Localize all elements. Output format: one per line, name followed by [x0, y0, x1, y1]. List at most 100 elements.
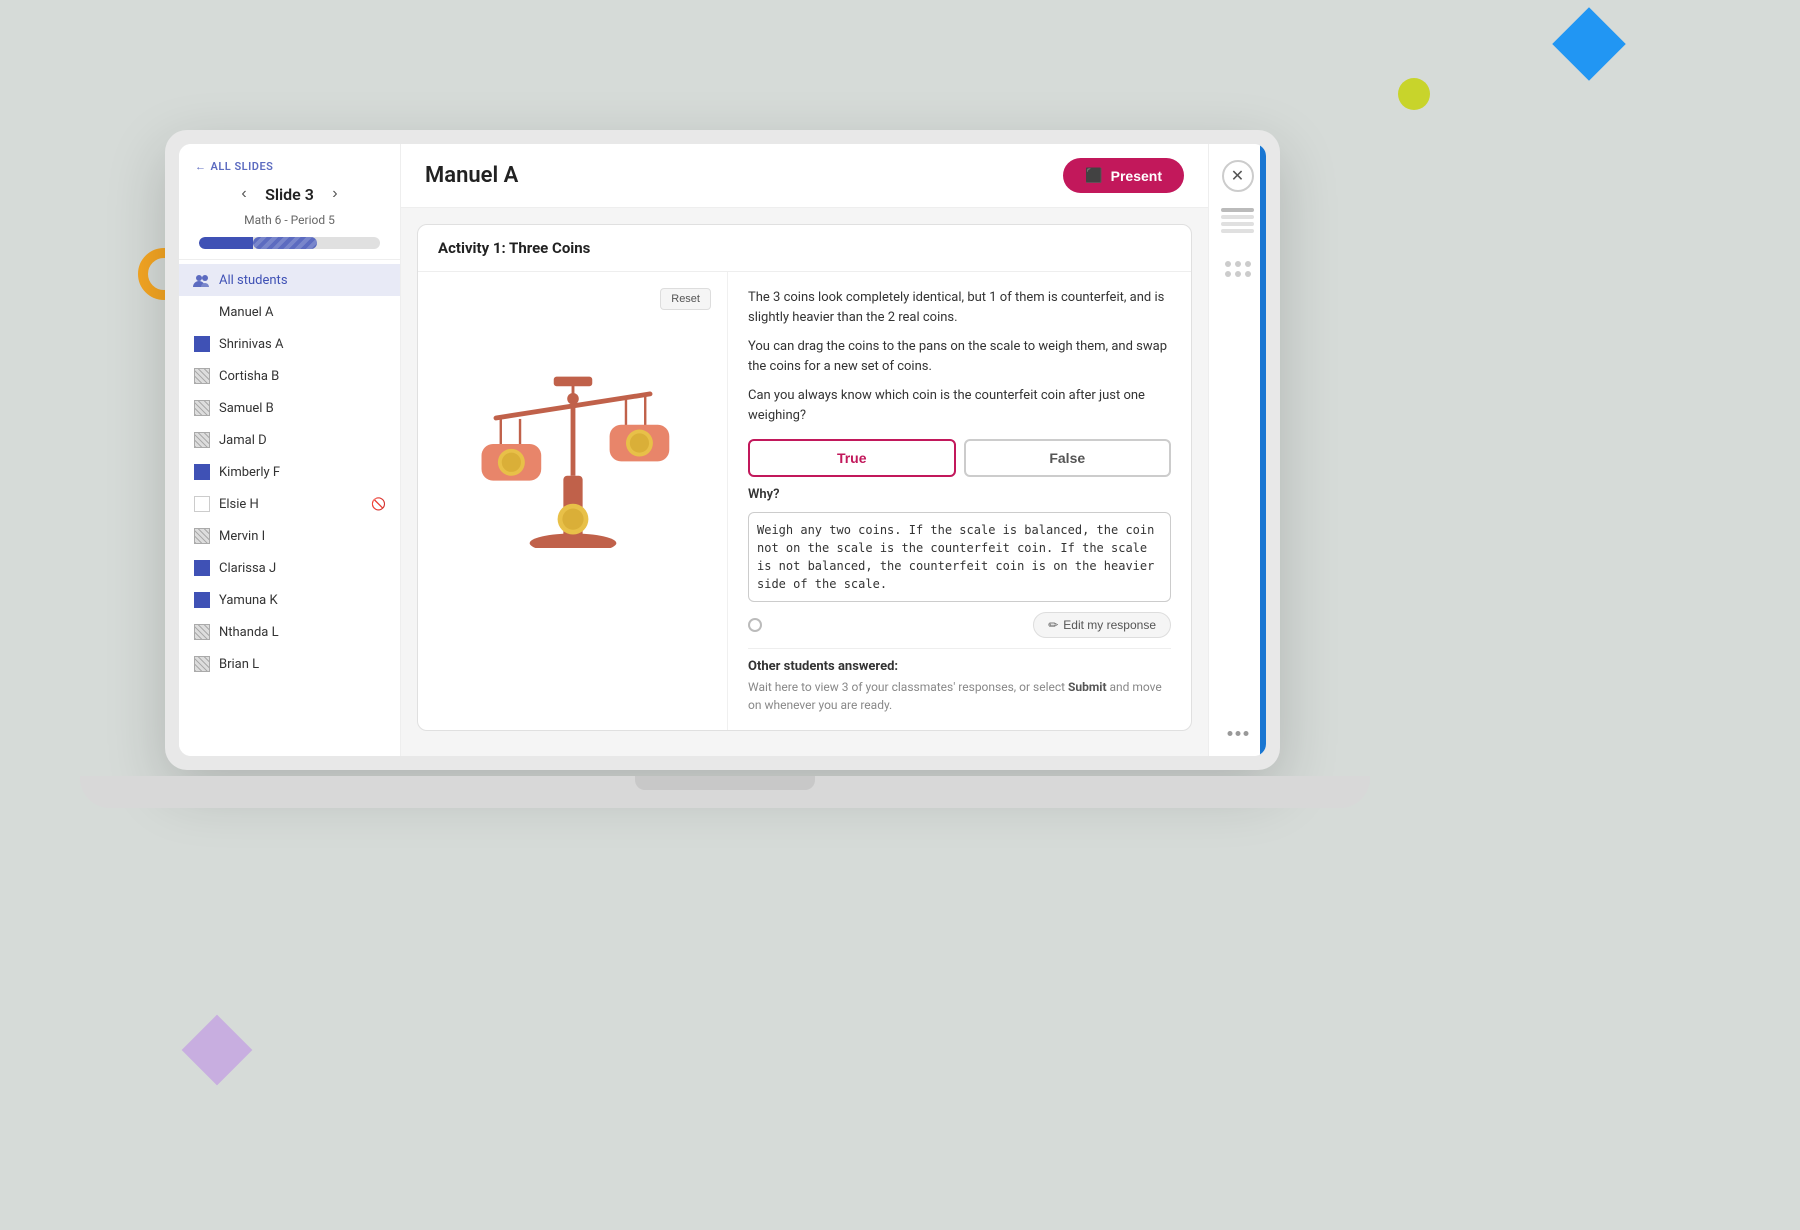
pencil-icon: ✏: [1048, 618, 1058, 632]
panel-line: [1221, 222, 1254, 226]
student-icon-hatched: [193, 655, 211, 673]
student-icon-solid: [193, 559, 211, 577]
student-icon-hatched: [193, 623, 211, 641]
student-icon-hatched: [193, 367, 211, 385]
list-item[interactable]: Cortisha B: [179, 360, 400, 392]
slide-prev-button[interactable]: ‹: [233, 183, 255, 205]
laptop-frame: ← ALL SLIDES ‹ Slide 3 › Math 6 - Period…: [165, 130, 1280, 770]
list-item[interactable]: Brian L: [179, 648, 400, 680]
panel-line: [1221, 215, 1254, 219]
list-item[interactable]: Samuel B: [179, 392, 400, 424]
student-icon-hatched: [193, 399, 211, 417]
present-label: Present: [1111, 168, 1162, 184]
grid-dot: [1245, 261, 1251, 267]
student-icon-hatched: [193, 527, 211, 545]
false-button[interactable]: False: [964, 439, 1172, 477]
list-item[interactable]: Elsie H 🚫: [179, 488, 400, 520]
reset-button[interactable]: Reset: [660, 288, 711, 310]
list-item[interactable]: Jamal D: [179, 424, 400, 456]
activity-area: Activity 1: Three Coins Reset: [401, 208, 1208, 756]
three-dots: [1227, 731, 1248, 736]
problem-text-2: You can drag the coins to the pans on th…: [748, 337, 1171, 376]
scale-svg: [443, 288, 703, 548]
page-title: Manuel A: [425, 163, 518, 188]
student-name: Samuel B: [219, 401, 274, 416]
grid-dot: [1225, 261, 1231, 267]
other-students-text: Wait here to view 3 of your classmates' …: [748, 678, 1171, 714]
main-content: Manuel A ⬛ Present Activity 1: Three Coi…: [401, 144, 1208, 756]
student-name: Elsie H: [219, 497, 259, 512]
panel-line: [1221, 229, 1254, 233]
true-button[interactable]: True: [748, 439, 956, 477]
student-icon-none: [193, 303, 211, 321]
true-false-row: True False: [748, 439, 1171, 477]
all-slides-link[interactable]: ← ALL SLIDES: [195, 160, 384, 173]
present-button[interactable]: ⬛ Present: [1063, 158, 1184, 193]
arrow-left-icon: ←: [195, 160, 207, 173]
group-icon: [193, 271, 211, 289]
sidebar: ← ALL SLIDES ‹ Slide 3 › Math 6 - Period…: [179, 144, 401, 756]
student-icon-solid: [193, 463, 211, 481]
problem-text-3: Can you always know which coin is the co…: [748, 386, 1171, 425]
list-item[interactable]: Clarissa J: [179, 552, 400, 584]
student-name: Jamal D: [219, 433, 267, 448]
student-icon-solid: [193, 335, 211, 353]
list-item[interactable]: Shrinivas A: [179, 328, 400, 360]
student-name: Shrinivas A: [219, 337, 283, 352]
dot: [1227, 731, 1232, 736]
diamond-purple-decoration: [182, 1015, 253, 1086]
blue-accent-bar: [1260, 144, 1266, 756]
mute-icon: 🚫: [371, 497, 386, 511]
student-name: Kimberly F: [219, 465, 280, 480]
student-icon-hatched: [193, 431, 211, 449]
edit-row: ✏ Edit my response: [748, 612, 1171, 638]
circle-yellow-decoration: [1398, 78, 1430, 110]
all-students-label: All students: [219, 273, 288, 288]
scale-illustration: Reset: [418, 272, 728, 730]
right-panel: The 3 coins look completely identical, b…: [728, 272, 1191, 730]
dot: [1243, 731, 1248, 736]
close-button[interactable]: ✕: [1222, 160, 1254, 192]
grid-dot: [1235, 261, 1241, 267]
student-icon-white: [193, 495, 211, 513]
student-name: Mervin I: [219, 529, 265, 544]
all-slides-label: ALL SLIDES: [211, 160, 274, 173]
progress-solid: [199, 237, 253, 249]
why-textarea[interactable]: Weigh any two coins. If the scale is bal…: [748, 512, 1171, 602]
activity-card: Activity 1: Three Coins Reset: [417, 224, 1192, 731]
list-item[interactable]: Mervin I: [179, 520, 400, 552]
right-side-panel: ✕: [1208, 144, 1266, 756]
list-item[interactable]: Kimberly F: [179, 456, 400, 488]
progress-bar: [199, 237, 380, 249]
list-item[interactable]: Manuel A: [179, 296, 400, 328]
student-name: Manuel A: [219, 305, 274, 320]
student-name: Yamuna K: [219, 593, 278, 608]
present-icon: ⬛: [1085, 167, 1102, 184]
list-item[interactable]: Yamuna K: [179, 584, 400, 616]
laptop-notch: [635, 776, 815, 790]
diamond-blue-decoration: [1552, 7, 1626, 81]
all-students-item[interactable]: All students: [179, 264, 400, 296]
slide-title: Slide 3: [265, 185, 314, 204]
slide-nav: ‹ Slide 3 ›: [195, 183, 384, 205]
grid-dot: [1245, 271, 1251, 277]
dot: [1235, 731, 1240, 736]
grid-dot: [1235, 271, 1241, 277]
panel-line: [1221, 208, 1254, 212]
student-list: All students Manuel A Shrinivas A: [179, 260, 400, 756]
student-name: Nthanda L: [219, 625, 279, 640]
progress-hatched: [253, 237, 316, 249]
slide-next-button[interactable]: ›: [324, 183, 346, 205]
student-name: Cortisha B: [219, 369, 279, 384]
activity-title: Activity 1: Three Coins: [418, 225, 1191, 272]
grid-dots: [1225, 261, 1251, 277]
laptop-base: [80, 776, 1370, 808]
grid-dot: [1225, 271, 1231, 277]
student-icon-solid: [193, 591, 211, 609]
sidebar-header: ← ALL SLIDES ‹ Slide 3 › Math 6 - Period…: [179, 144, 400, 260]
edit-my-response-button[interactable]: ✏ Edit my response: [1033, 612, 1171, 638]
list-item[interactable]: Nthanda L: [179, 616, 400, 648]
activity-body: Reset: [418, 272, 1191, 730]
other-students-title: Other students answered:: [748, 659, 1171, 674]
student-name: Brian L: [219, 657, 259, 672]
